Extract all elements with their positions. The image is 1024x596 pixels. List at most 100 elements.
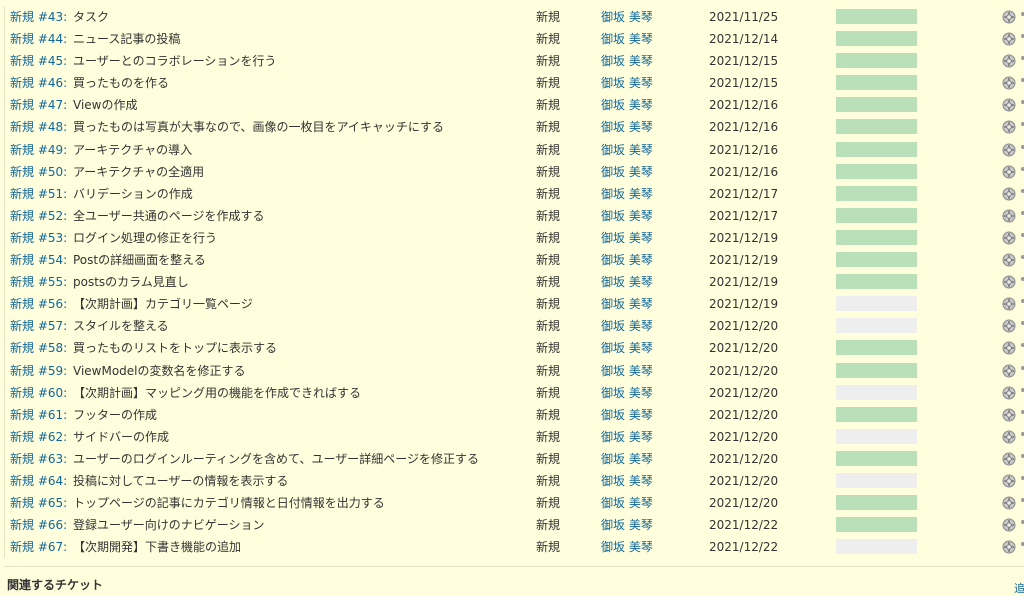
gear-link-icon[interactable] [1001,230,1017,246]
gear-link-icon[interactable] [1001,186,1017,202]
issue-tracker-link[interactable]: 新規 #50: [10,165,67,179]
assignee-link[interactable]: 御坂 美琴 [601,32,653,46]
issue-tracker-link[interactable]: 新規 #63: [10,452,67,466]
gear-link-icon[interactable] [1001,208,1017,224]
tracker-label: 新規 [10,363,35,378]
issue-subject: 【次期計画】マッピング用の機能を作成できればする [73,385,362,400]
gear-link-icon[interactable] [1001,296,1017,312]
gear-link-icon[interactable] [1001,97,1017,113]
due-date: 2021/12/15 [709,54,779,69]
gear-link-icon[interactable] [1001,31,1017,47]
gear-link-icon[interactable] [1001,164,1017,180]
assignee-link[interactable]: 御坂 美琴 [601,452,653,466]
issue-status: 新規 [536,518,561,533]
assignee-link[interactable]: 御坂 美琴 [601,364,653,378]
tracker-label: 新規 [10,120,35,135]
assignee-link[interactable]: 御坂 美琴 [601,54,653,68]
issue-tracker-link[interactable]: 新規 #62: [10,430,67,444]
gear-link-icon[interactable] [1001,429,1017,445]
assignee-link[interactable]: 御坂 美琴 [601,253,653,267]
assignee-link[interactable]: 御坂 美琴 [601,474,653,488]
gear-link-icon[interactable] [1001,318,1017,334]
issue-tracker-link[interactable]: 新規 #45: [10,54,67,68]
issue-status: 新規 [536,142,561,157]
issue-tracker-link[interactable]: 新規 #48: [10,120,67,134]
gear-link-icon[interactable] [1001,363,1017,379]
issue-tracker-link[interactable]: 新規 #55: [10,275,67,289]
issue-tracker-link[interactable]: 新規 #47: [10,98,67,112]
tracker-label: 新規 [10,540,35,555]
gear-link-icon[interactable] [1001,473,1017,489]
issue-number: #66 [37,518,64,533]
assignee-link[interactable]: 御坂 美琴 [601,231,653,245]
table-row: 新規 #60: 【次期計画】マッピング用の機能を作成できればする 新規 御坂 美琴 20… [5,382,1024,404]
progress-bar [836,119,917,135]
issue-tracker-link[interactable]: 新規 #59: [10,364,67,378]
gear-link-icon[interactable] [1001,9,1017,25]
assignee-link[interactable]: 御坂 美琴 [601,518,653,532]
gear-link-icon[interactable] [1001,119,1017,135]
issue-tracker-link[interactable]: 新規 #43: [10,10,67,24]
assignee-link[interactable]: 御坂 美琴 [601,187,653,201]
assignee-link[interactable]: 御坂 美琴 [601,408,653,422]
assignee-link[interactable]: 御坂 美琴 [601,143,653,157]
assignee-link[interactable]: 御坂 美琴 [601,496,653,510]
assignee-link[interactable]: 御坂 美琴 [601,165,653,179]
gear-link-icon[interactable] [1001,495,1017,511]
issue-tracker-link[interactable]: 新規 #54: [10,253,67,267]
assignee-link[interactable]: 御坂 美琴 [601,540,653,554]
progress-bar [836,9,917,24]
issue-tracker-link[interactable]: 新規 #44: [10,32,67,46]
issue-status: 新規 [536,54,561,69]
issue-tracker-link[interactable]: 新規 #64: [10,474,67,488]
gear-link-icon[interactable] [1001,451,1017,467]
gear-link-icon[interactable] [1001,252,1017,268]
assignee-link[interactable]: 御坂 美琴 [601,120,653,134]
issue-tracker-link[interactable]: 新規 #66: [10,518,67,532]
due-date: 2021/12/22 [709,518,779,533]
progress-fill [836,185,917,201]
assignee-link[interactable]: 御坂 美琴 [601,10,653,24]
table-row: 新規 #66: 登録ユーザー向けのナビゲーション 新規 御坂 美琴 2021/12/22 [5,514,1024,536]
gear-link-icon[interactable] [1001,142,1017,158]
issue-status: 新規 [536,429,561,444]
issue-tracker-link[interactable]: 新規 #46: [10,76,67,90]
gear-link-icon[interactable] [1001,517,1017,533]
assignee-link[interactable]: 御坂 美琴 [601,319,653,333]
progress-bar [836,229,917,245]
issue-number: #57 [37,319,64,334]
gear-link-icon[interactable] [1001,274,1017,290]
issue-tracker-link[interactable]: 新規 #67: [10,540,67,554]
issue-tracker-link[interactable]: 新規 #57: [10,319,67,333]
gear-link-icon[interactable] [1001,385,1017,401]
issue-status: 新規 [536,275,561,290]
assignee-link[interactable]: 御坂 美琴 [601,430,653,444]
assignee-link[interactable]: 御坂 美琴 [601,297,653,311]
due-date: 2021/12/20 [709,407,779,422]
issue-tracker-link[interactable]: 新規 #65: [10,496,67,510]
issue-number: #43 [37,10,64,24]
issue-tracker-link[interactable]: 新規 #56: [10,297,67,311]
assignee-link[interactable]: 御坂 美琴 [601,341,653,355]
assignee-link[interactable]: 御坂 美琴 [601,76,653,90]
gear-link-icon[interactable] [1001,53,1017,69]
issue-tracker-link[interactable]: 新規 #51: [10,187,67,201]
issue-tracker-link[interactable]: 新規 #53: [10,231,67,245]
table-row: 新規 #52: 全ユーザー共通のページを作成する 新規 御坂 美琴 2021/12/17 [5,205,1024,227]
issue-tracker-link[interactable]: 新規 #49: [10,143,67,157]
gear-link-icon[interactable] [1001,407,1017,423]
issue-tracker-link[interactable]: 新規 #61: [10,408,67,422]
assignee-link[interactable]: 御坂 美琴 [601,98,653,112]
issue-subject: スタイルを整える [73,319,169,334]
issue-tracker-link[interactable]: 新規 #58: [10,341,67,355]
issue-tracker-link[interactable]: 新規 #60: [10,386,67,400]
tracker-label: 新規 [10,341,35,356]
assignee-link[interactable]: 御坂 美琴 [601,275,653,289]
gear-link-icon[interactable] [1001,539,1017,555]
table-row: 新規 #50: アーキテクチャの全適用 新規 御坂 美琴 2021/12/16 [5,161,1024,183]
gear-link-icon[interactable] [1001,75,1017,91]
issue-tracker-link[interactable]: 新規 #52: [10,209,67,223]
assignee-link[interactable]: 御坂 美琴 [601,209,653,223]
assignee-link[interactable]: 御坂 美琴 [601,386,653,400]
gear-link-icon[interactable] [1001,340,1017,356]
